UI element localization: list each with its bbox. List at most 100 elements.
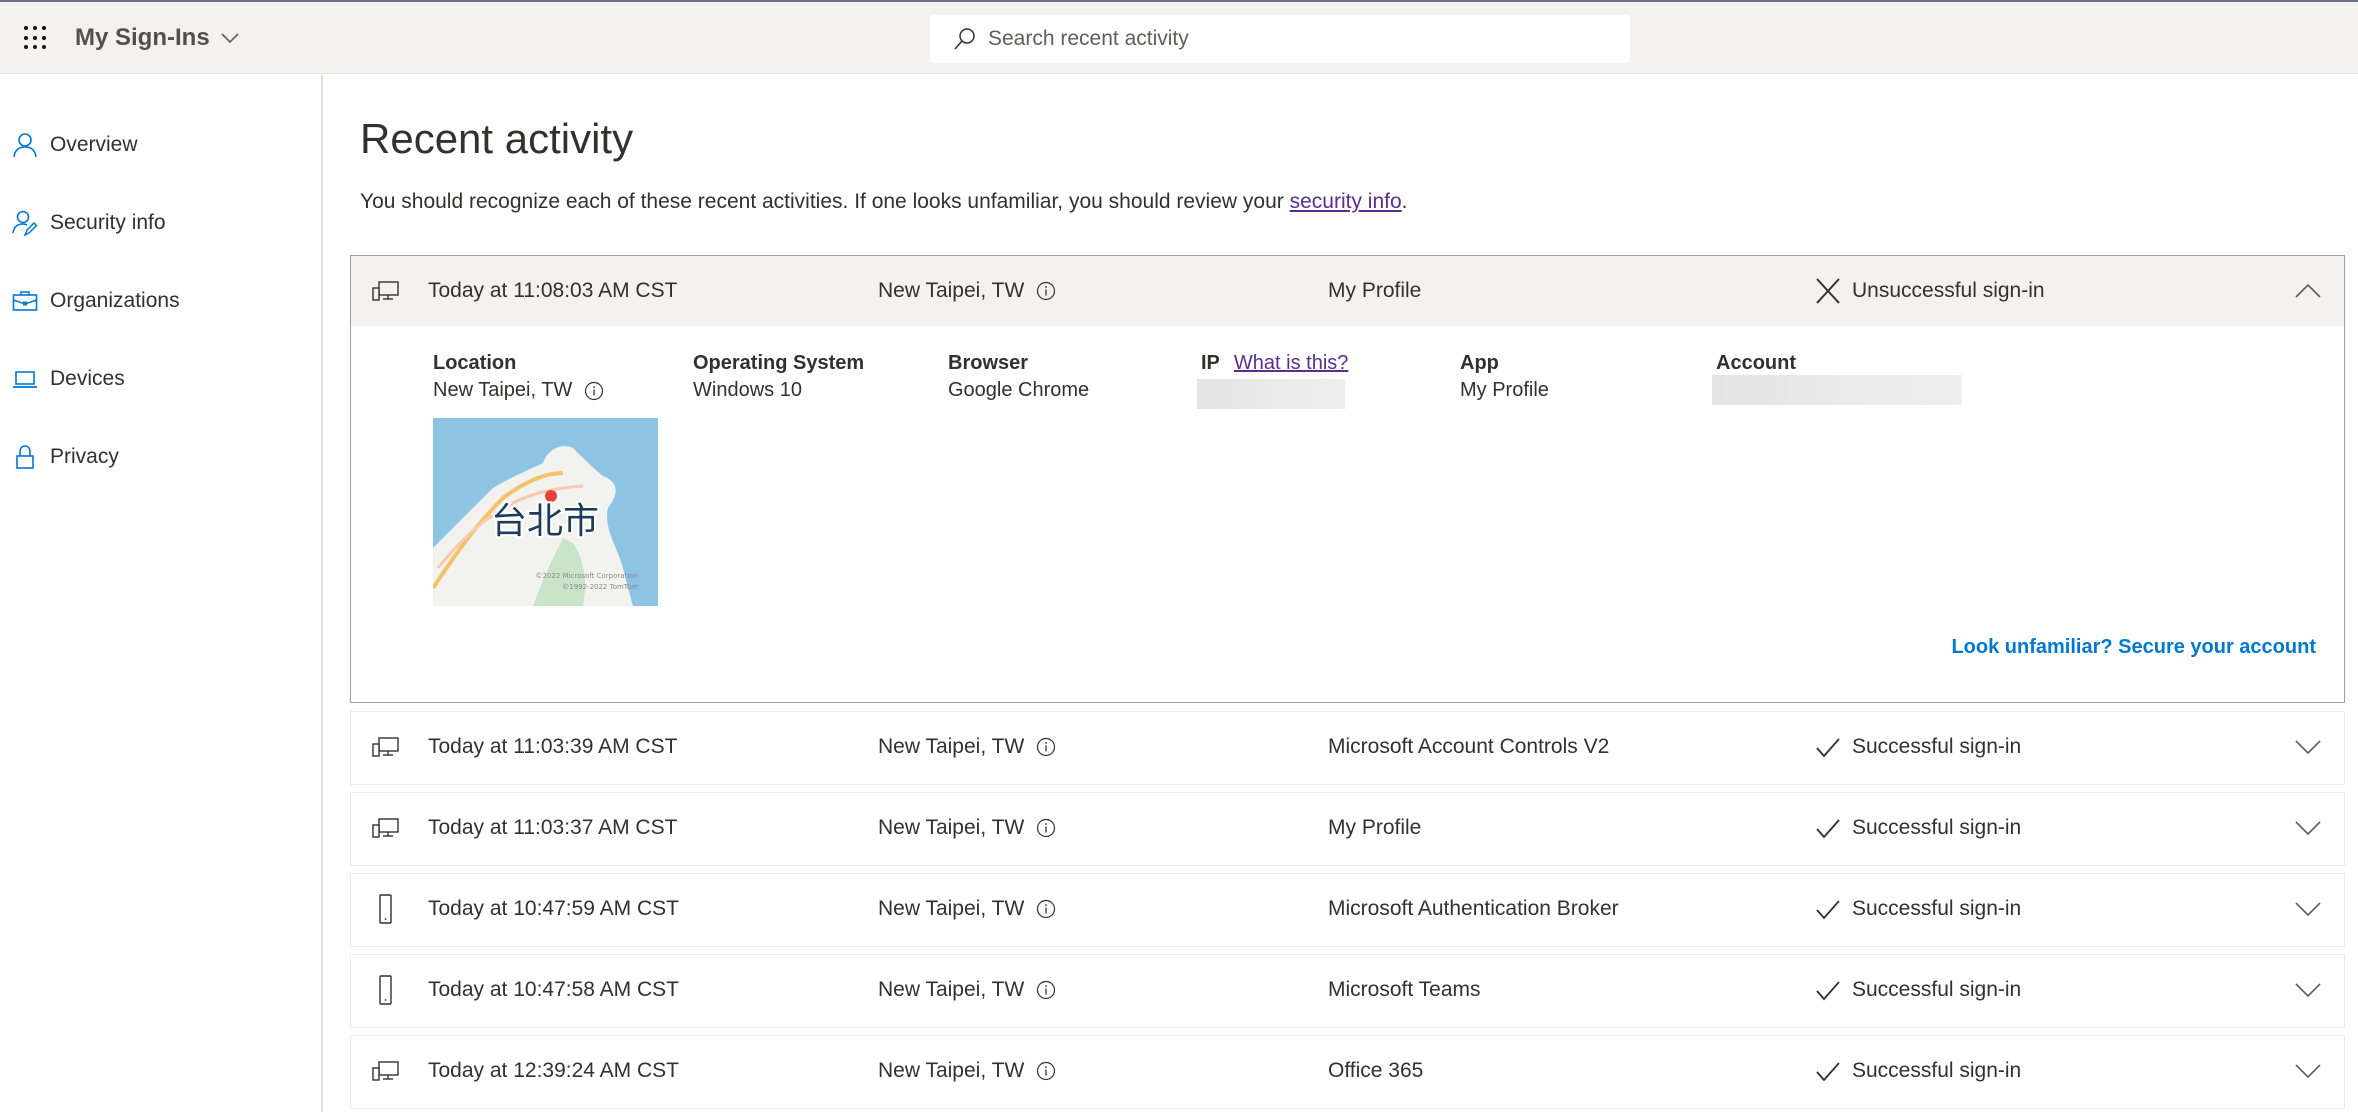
ip-redacted xyxy=(1197,379,1345,409)
chevron-down-icon[interactable] xyxy=(2294,738,2322,756)
activity-location: New Taipei, TW xyxy=(878,897,1056,921)
activity-row-header[interactable]: Today at 11:03:37 AM CST New Taipei, TW … xyxy=(351,793,2344,863)
laptop-icon xyxy=(13,371,37,388)
sidebar-item-security-info[interactable]: Security info xyxy=(12,210,166,236)
activity-time: Today at 12:39:24 AM CST xyxy=(428,1059,679,1082)
detail-account: Account xyxy=(1712,352,1962,405)
info-icon[interactable] xyxy=(584,381,604,401)
checkmark-icon xyxy=(1816,819,1840,839)
activity-status: Successful sign-in xyxy=(1814,1057,2021,1085)
desktop-and-phone-icon xyxy=(372,818,399,838)
sidebar-item-label: Organizations xyxy=(50,289,180,312)
activity-status: Successful sign-in xyxy=(1814,976,2021,1004)
activity-location: New Taipei, TW xyxy=(878,978,1056,1002)
activity-row-header[interactable]: Today at 11:08:03 AM CST New Taipei, TW … xyxy=(351,256,2344,326)
activity-status: Successful sign-in xyxy=(1814,733,2021,761)
checkmark-icon xyxy=(1816,738,1840,758)
info-icon[interactable] xyxy=(1036,1061,1056,1081)
map-copyright: ©2022 Microsoft Corporation xyxy=(536,572,638,580)
sidebar-item-label: Overview xyxy=(50,133,138,156)
briefcase-icon xyxy=(12,291,38,311)
chevron-down-icon[interactable] xyxy=(2294,819,2322,837)
map-city-label: 台北市 xyxy=(491,501,599,542)
activity-time: Today at 11:03:37 AM CST xyxy=(428,816,678,839)
checkmark-icon xyxy=(1816,981,1840,1001)
app-title-menu[interactable]: My Sign-Ins xyxy=(75,24,240,52)
info-icon[interactable] xyxy=(1036,980,1056,1000)
app-launcher-waffle-icon[interactable] xyxy=(24,26,48,50)
search-icon xyxy=(954,28,975,50)
activity-app: My Profile xyxy=(1328,816,1422,839)
desktop-and-phone-icon xyxy=(372,281,399,301)
chevron-down-icon[interactable] xyxy=(2294,900,2322,918)
secure-account-link[interactable]: Look unfamiliar? Secure your account xyxy=(1951,636,2316,659)
activity-app: My Profile xyxy=(1328,279,1422,302)
info-icon[interactable] xyxy=(1036,899,1056,919)
main-content: Recent activity You should recognize eac… xyxy=(325,75,2358,1112)
sidebar-item-overview[interactable]: Overview xyxy=(12,132,138,158)
chevron-up-icon[interactable] xyxy=(2294,282,2322,300)
sidebar-item-label: Privacy xyxy=(50,445,119,468)
sidebar-item-devices[interactable]: Devices xyxy=(12,366,125,392)
location-map[interactable]: 台北市 ©2022 Microsoft Corporation ©1992-20… xyxy=(433,418,658,606)
activity-row-header[interactable]: Today at 10:47:58 AM CST New Taipei, TW … xyxy=(351,955,2344,1025)
activity-app: Office 365 xyxy=(1328,1059,1424,1082)
person-edit-icon xyxy=(12,210,38,236)
lock-icon xyxy=(16,445,34,469)
activity-location: New Taipei, TW xyxy=(878,735,1056,759)
activity-location: New Taipei, TW xyxy=(878,279,1056,303)
search-input[interactable] xyxy=(988,27,1588,51)
checkmark-icon xyxy=(1816,1062,1840,1082)
info-icon[interactable] xyxy=(1036,281,1056,301)
activity-time: Today at 10:47:59 AM CST xyxy=(428,897,679,920)
activity-status: Unsuccessful sign-in xyxy=(1814,277,2045,305)
detail-browser: Browser Google Chrome xyxy=(948,352,1090,401)
map-copyright: ©1992-2022 TomTom xyxy=(562,583,638,591)
activity-card: Today at 10:47:58 AM CST New Taipei, TW … xyxy=(350,954,2345,1028)
sidebar-item-label: Security info xyxy=(50,211,166,234)
info-icon[interactable] xyxy=(1036,737,1056,757)
activity-details: Location New Taipei, TW Operating System… xyxy=(351,326,2344,698)
activity-row-header[interactable]: Today at 10:47:59 AM CST New Taipei, TW … xyxy=(351,874,2344,944)
activity-card: Today at 11:03:39 AM CST New Taipei, TW … xyxy=(350,711,2345,785)
checkmark-icon xyxy=(1816,900,1840,920)
activity-row-header[interactable]: Today at 11:03:39 AM CST New Taipei, TW … xyxy=(351,712,2344,782)
activity-row-header[interactable]: Today at 12:39:24 AM CST New Taipei, TW … xyxy=(351,1036,2344,1106)
desktop-and-phone-icon xyxy=(372,737,399,757)
activity-card: Today at 12:39:24 AM CST New Taipei, TW … xyxy=(350,1035,2345,1109)
account-redacted xyxy=(1712,375,1962,405)
mobile-phone-icon xyxy=(379,975,392,1005)
top-header: My Sign-Ins xyxy=(0,2,2358,74)
chevron-down-icon xyxy=(221,33,239,44)
sidebar: Overview Security info Organizations Dev… xyxy=(0,75,323,1112)
desktop-and-phone-icon xyxy=(372,1061,399,1081)
sidebar-item-organizations[interactable]: Organizations xyxy=(12,288,180,314)
activity-status: Successful sign-in xyxy=(1814,814,2021,842)
person-icon xyxy=(13,133,37,158)
activity-app: Microsoft Teams xyxy=(1328,978,1481,1001)
activity-time: Today at 11:08:03 AM CST xyxy=(428,279,678,302)
sidebar-item-privacy[interactable]: Privacy xyxy=(12,444,119,470)
activity-time: Today at 10:47:58 AM CST xyxy=(428,978,679,1001)
activity-app: Microsoft Authentication Broker xyxy=(1328,897,1619,920)
chevron-down-icon[interactable] xyxy=(2294,981,2322,999)
x-fail-icon xyxy=(1816,278,1840,304)
detail-location: Location New Taipei, TW xyxy=(433,352,604,402)
app-title: My Sign-Ins xyxy=(75,24,210,51)
activity-location: New Taipei, TW xyxy=(878,816,1056,840)
detail-os: Operating System Windows 10 xyxy=(693,352,865,401)
what-is-this-link[interactable]: What is this? xyxy=(1234,352,1348,375)
page-title: Recent activity xyxy=(360,115,634,162)
chevron-down-icon[interactable] xyxy=(2294,1062,2322,1080)
activity-card: Today at 10:47:59 AM CST New Taipei, TW … xyxy=(350,873,2345,947)
security-info-link[interactable]: security info xyxy=(1290,190,1402,213)
activity-time: Today at 11:03:39 AM CST xyxy=(428,735,678,758)
search-box[interactable] xyxy=(930,15,1630,63)
detail-app: App My Profile xyxy=(1460,352,1549,401)
activity-location: New Taipei, TW xyxy=(878,1059,1056,1083)
detail-ip: IP What is this? xyxy=(1197,352,1348,409)
activity-card: Today at 11:03:37 AM CST New Taipei, TW … xyxy=(350,792,2345,866)
mobile-phone-icon xyxy=(379,894,392,924)
sidebar-item-label: Devices xyxy=(50,367,125,390)
info-icon[interactable] xyxy=(1036,818,1056,838)
